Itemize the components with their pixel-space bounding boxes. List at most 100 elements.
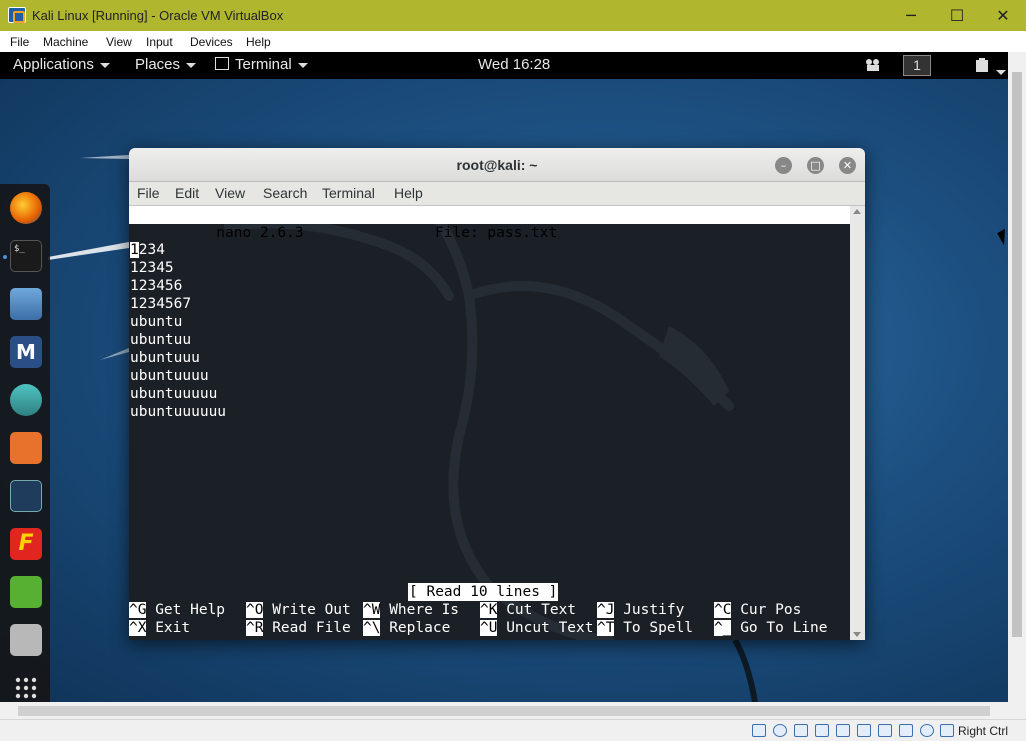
usb-icon[interactable] [836, 724, 850, 737]
nano-shortcut: ^X Exit [129, 619, 190, 637]
vbox-statusbar: Right Ctrl [0, 719, 1026, 741]
term-menu-search[interactable]: Search [263, 185, 307, 201]
clipboard-icon[interactable] [975, 57, 989, 77]
vertical-scroll-thumb[interactable] [1012, 72, 1022, 637]
nano-shortcut-bar: ^G Get Help ^O Write Out ^W Where Is ^K Cut… [129, 601, 850, 637]
places-menu[interactable]: Places [135, 56, 197, 73]
shortcut-key: ^U [480, 620, 498, 636]
burpsuite-icon[interactable] [10, 432, 42, 464]
nano-shortcut: ^U Uncut Text [480, 619, 594, 637]
text-cursor: 1 [130, 242, 139, 258]
firefox-icon[interactable] [10, 192, 42, 224]
nano-shortcut: ^J Justify [597, 601, 684, 619]
maltego-icon[interactable] [10, 480, 42, 512]
terminal-window: root@kali: ~ – □ ✕ File Edit View Search… [129, 148, 865, 640]
hard-disk-icon[interactable] [752, 724, 766, 737]
workspace-indicator[interactable]: 1 [903, 55, 931, 76]
shortcut-label: Cur Pos [731, 602, 802, 618]
nano-shortcut: ^O Write Out [246, 601, 351, 619]
nano-shortcut: ^_ Go To Line [714, 619, 828, 637]
terminal-menubar: File Edit View Search Terminal Help [129, 182, 865, 206]
shortcut-key: ^R [246, 620, 264, 636]
menu-devices[interactable]: Devices [190, 35, 233, 49]
minimize-button[interactable]: ─ [888, 0, 934, 31]
shortcut-key: ^C [714, 602, 732, 618]
shortcut-key: ^T [597, 620, 615, 636]
metasploit-icon[interactable]: M [10, 336, 42, 368]
network-icon[interactable] [815, 724, 829, 737]
nano-shortcut: ^\ Replace [363, 619, 450, 637]
shortcut-label: Uncut Text [497, 620, 594, 636]
nano-titlebar: nano 2.6.3 File: pass.txt [129, 206, 850, 241]
maximize-button[interactable]: ☐ [934, 0, 980, 31]
terminal-titlebar[interactable]: root@kali: ~ – □ ✕ [129, 148, 865, 182]
terminal-minimize-button[interactable]: – [775, 157, 792, 174]
file-line: ubuntuuu [130, 350, 200, 366]
file-line: 1234 [130, 242, 165, 258]
file-line: ubuntuuuu [130, 368, 209, 384]
term-menu-view[interactable]: View [215, 185, 245, 201]
chevron-down-icon[interactable] [996, 63, 1006, 80]
shortcut-key: ^J [597, 602, 615, 618]
running-indicator [3, 255, 7, 259]
cherrytree-icon[interactable] [10, 624, 42, 656]
term-menu-help[interactable]: Help [394, 185, 423, 201]
shortcut-label: To Spell [614, 620, 694, 636]
horizontal-scrollbar[interactable] [0, 702, 1008, 719]
nano-shortcut: ^K Cut Text [480, 601, 576, 619]
display-icon[interactable] [878, 724, 892, 737]
optical-drive-icon[interactable] [773, 724, 787, 737]
virtualbox-icon [8, 7, 26, 23]
term-menu-file[interactable]: File [137, 185, 160, 201]
file-content[interactable]: 1234 12345 123456 1234567 ubuntu ubuntuu… [130, 241, 226, 421]
shortcut-label: Justify [614, 602, 685, 618]
shortcut-label: Exit [146, 620, 191, 636]
nano-status-message: [ Read 10 lines ] [408, 583, 559, 601]
audio-icon[interactable] [794, 724, 808, 737]
terminal-maximize-button[interactable]: □ [807, 157, 824, 174]
file-line: ubuntuu [130, 332, 192, 348]
mouse-integration-icon[interactable] [940, 724, 954, 737]
nano-shortcut: ^C Cur Pos [714, 601, 801, 619]
clock[interactable]: Wed 16:28 [478, 56, 550, 73]
term-menu-terminal[interactable]: Terminal [322, 185, 375, 201]
shortcut-row: ^X Exit ^R Read File ^\ Replace ^U Uncut Te… [129, 619, 850, 637]
virtualization-icon[interactable] [920, 724, 934, 737]
shared-folders-icon[interactable] [857, 724, 871, 737]
video-capture-icon[interactable] [899, 724, 913, 737]
file-line: 1234567 [130, 296, 192, 312]
kali-dragon-watermark [224, 206, 734, 640]
file-line: ubuntuuuuuu [130, 404, 227, 420]
nano-editor[interactable]: nano 2.6.3 File: pass.txt 1234 12345 1234… [129, 206, 850, 640]
shortcut-key: ^X [129, 620, 147, 636]
leafpad-icon[interactable] [10, 576, 42, 608]
armitage-icon[interactable] [10, 384, 42, 416]
vertical-scrollbar[interactable] [1008, 52, 1026, 702]
shortcut-label: Where Is [380, 602, 460, 618]
faraday-icon[interactable]: F [10, 528, 42, 560]
file-line: 12345 [130, 260, 174, 276]
file-line: ubuntuuuuu [130, 386, 218, 402]
term-menu-edit[interactable]: Edit [175, 185, 199, 201]
terminal-icon[interactable]: $_ [10, 240, 42, 272]
video-camera-icon[interactable] [864, 57, 882, 77]
terminal-app-menu[interactable]: Terminal [215, 56, 308, 73]
terminal-close-button[interactable]: ✕ [839, 157, 856, 174]
nano-shortcut: ^W Where Is [363, 601, 459, 619]
show-apps-icon[interactable] [10, 672, 42, 702]
menu-file[interactable]: File [10, 35, 29, 49]
menu-help[interactable]: Help [246, 35, 271, 49]
files-icon[interactable] [10, 288, 42, 320]
dock: $_ M F [0, 184, 50, 702]
applications-menu[interactable]: Applications [13, 56, 110, 73]
shortcut-label: Write Out [263, 602, 351, 618]
shortcut-key: ^O [246, 602, 264, 618]
close-button[interactable]: ✕ [980, 0, 1026, 31]
menu-view[interactable]: View [106, 35, 132, 49]
horizontal-scroll-thumb[interactable] [18, 706, 990, 716]
terminal-scrollbar[interactable] [850, 206, 865, 640]
menu-input[interactable]: Input [146, 35, 173, 49]
menu-machine[interactable]: Machine [43, 35, 88, 49]
file-line: ubuntu [130, 314, 183, 330]
applications-label: Applications [13, 56, 94, 73]
